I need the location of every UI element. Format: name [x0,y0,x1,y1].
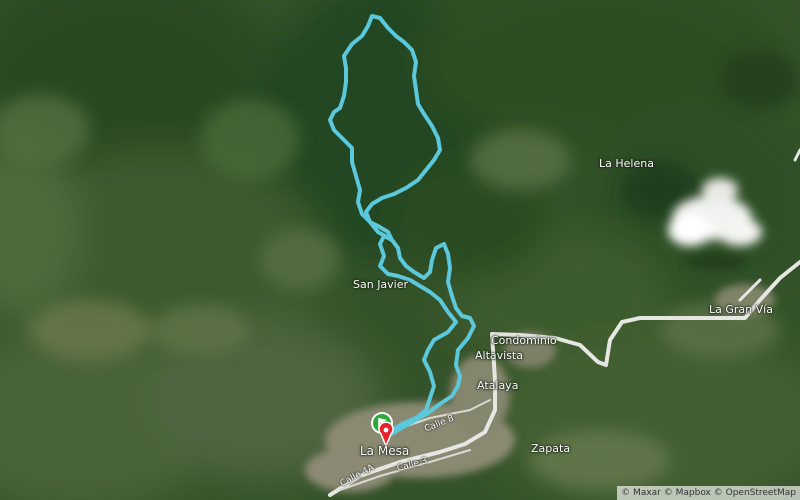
route-line [378,234,476,438]
attribution-maxar[interactable]: © Maxar [621,488,661,498]
route-overlay [328,14,476,448]
map-attribution: © Maxar © Mapbox © OpenStreetMap [617,486,800,500]
map-canvas[interactable]: La Helena San Javier Condominio Altavist… [0,0,800,500]
attribution-osm[interactable]: © OpenStreetMap [714,488,796,498]
route-line-loop [328,14,442,242]
attribution-mapbox[interactable]: © Mapbox [664,488,711,498]
end-pin-icon[interactable] [378,421,394,448]
